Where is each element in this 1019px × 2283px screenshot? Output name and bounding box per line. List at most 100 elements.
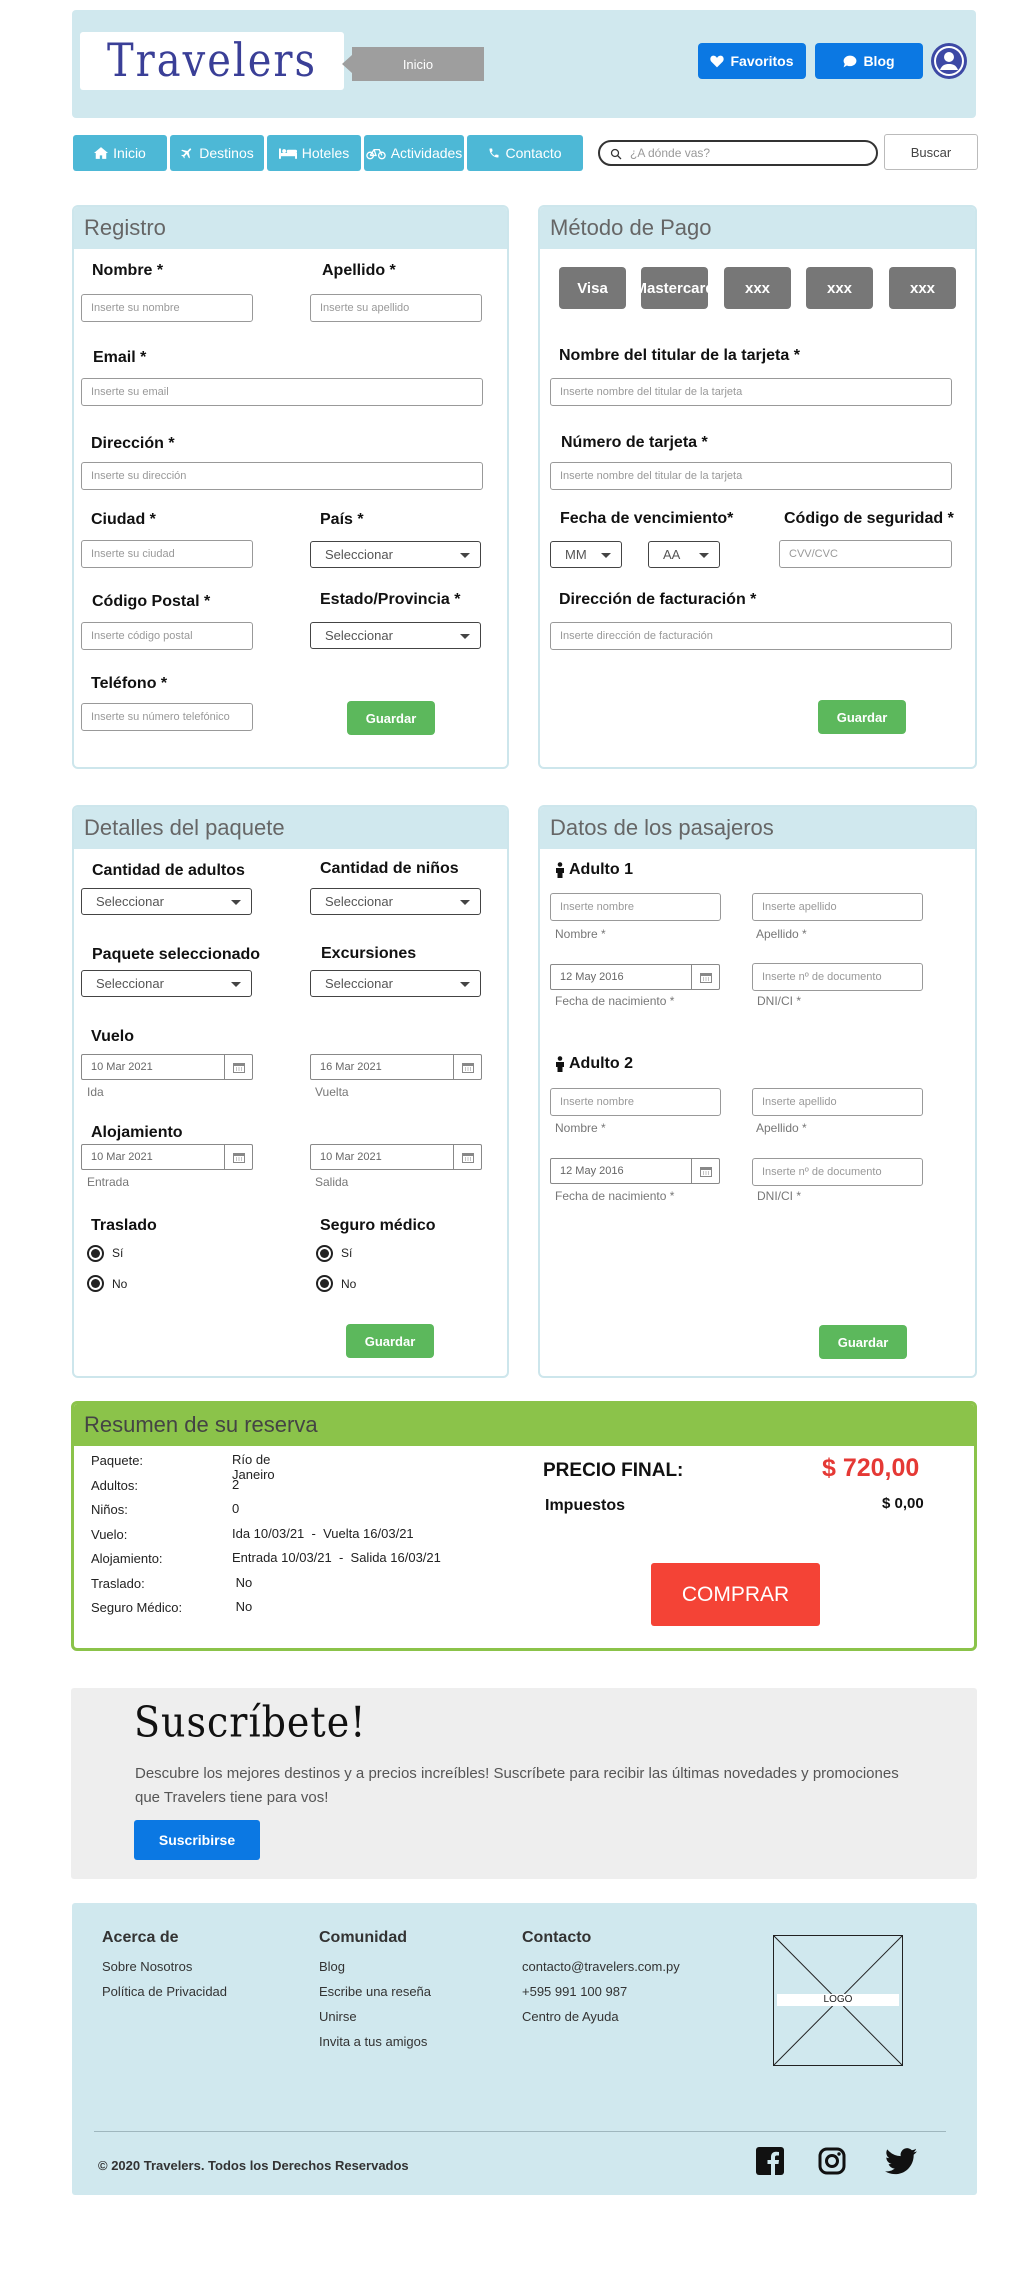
ciudad-field[interactable]: Inserte su ciudad bbox=[81, 540, 253, 568]
footer-link[interactable]: Invita a tus amigos bbox=[319, 2034, 427, 2049]
facebook-icon[interactable] bbox=[756, 2147, 784, 2175]
pasajeros-save-button[interactable]: Guardar bbox=[819, 1325, 907, 1359]
year-select[interactable]: AA bbox=[648, 541, 720, 568]
comprar-button[interactable]: COMPRAR bbox=[651, 1563, 820, 1626]
alojamiento-label: Alojamiento bbox=[91, 1124, 183, 1141]
nav-contacto[interactable]: Contacto bbox=[467, 135, 583, 171]
ida-date-picker[interactable]: 10 Mar 2021 bbox=[81, 1054, 253, 1080]
adulto2-fecha-picker[interactable]: 12 May 2016 bbox=[550, 1158, 720, 1184]
traslado-no-radio[interactable] bbox=[87, 1275, 104, 1292]
card-option-button[interactable]: xxx bbox=[806, 267, 873, 309]
heart-icon bbox=[710, 55, 725, 67]
user-avatar[interactable] bbox=[931, 43, 967, 79]
favorites-button[interactable]: Favoritos bbox=[698, 43, 806, 79]
footer-link[interactable]: Unirse bbox=[319, 2009, 357, 2024]
codigo-postal-field[interactable]: Inserte código postal bbox=[81, 622, 253, 650]
card-option-button[interactable]: xxx bbox=[724, 267, 791, 309]
salida-date-picker[interactable]: 10 Mar 2021 bbox=[310, 1144, 482, 1170]
adultos-select[interactable]: Seleccionar bbox=[81, 888, 252, 915]
paquete-save-button[interactable]: Guardar bbox=[346, 1324, 434, 1358]
entrada-date-picker[interactable]: 10 Mar 2021 bbox=[81, 1144, 253, 1170]
nav-actividades[interactable]: Actividades bbox=[364, 135, 464, 171]
pago-save-button[interactable]: Guardar bbox=[818, 700, 906, 734]
email-field[interactable]: Inserte su email bbox=[81, 378, 483, 406]
paquete-select[interactable]: Seleccionar bbox=[81, 970, 252, 997]
cvv-field[interactable]: CVV/CVC bbox=[779, 540, 952, 568]
apellido-field[interactable]: Inserte su apellido bbox=[310, 294, 482, 322]
nav-inicio[interactable]: Inicio bbox=[73, 135, 167, 171]
instagram-icon[interactable] bbox=[818, 2147, 846, 2175]
numero-tarjeta-label: Número de tarjeta * bbox=[561, 434, 708, 451]
traslado-no-label: No bbox=[112, 1277, 128, 1291]
seguro-no-radio[interactable] bbox=[316, 1275, 333, 1292]
nav-label: Inicio bbox=[113, 145, 146, 161]
adulto1-fecha-picker[interactable]: 12 May 2016 bbox=[550, 964, 720, 990]
footer-link[interactable]: Centro de Ayuda bbox=[522, 2009, 619, 2024]
summary-value: No bbox=[232, 1599, 253, 1614]
excursiones-select[interactable]: Seleccionar bbox=[310, 970, 481, 997]
numero-tarjeta-field[interactable]: Inserte nombre del titular de la tarjeta bbox=[550, 462, 952, 490]
precio-final-value: $ 720,00 bbox=[822, 1454, 920, 1482]
nombre-caption: Nombre * bbox=[555, 1121, 606, 1135]
adulto2-documento-field[interactable]: Inserte nº de documento bbox=[752, 1158, 923, 1186]
phone-icon bbox=[489, 148, 499, 158]
summary-row: Alojamiento: Entrada 10/03/21 - Salida 16… bbox=[91, 1550, 441, 1575]
person-icon bbox=[556, 862, 564, 878]
summary-row: Paquete: Río de Janeiro bbox=[91, 1452, 275, 1482]
plane-icon bbox=[181, 148, 192, 159]
subscribe-button[interactable]: Suscribirse bbox=[134, 1820, 260, 1860]
telefono-field[interactable]: Inserte su número telefónico bbox=[81, 703, 253, 731]
salida-caption: Salida bbox=[315, 1175, 349, 1189]
registro-save-button[interactable]: Guardar bbox=[347, 701, 435, 735]
date-value: 10 Mar 2021 bbox=[91, 1151, 153, 1163]
resumen-list: Paquete: Río de Janeiro Adultos: 2 Niños: 0… bbox=[91, 1452, 441, 1624]
titular-field[interactable]: Inserte nombre del titular de la tarjeta bbox=[550, 378, 952, 406]
nav-destinos[interactable]: Destinos bbox=[170, 135, 264, 171]
pais-select[interactable]: Seleccionar bbox=[310, 541, 481, 568]
seguro-si-radio[interactable] bbox=[316, 1245, 333, 1262]
nombre-field[interactable]: Inserte su nombre bbox=[81, 294, 253, 322]
adulto1-nombre-field[interactable]: Inserte nombre bbox=[550, 893, 721, 921]
adultos-label: Cantidad de adultos bbox=[92, 862, 245, 879]
precio-final-label: PRECIO FINAL: bbox=[543, 1460, 684, 1481]
footer-phone: +595 991 100 987 bbox=[522, 1984, 628, 1999]
vuelta-date-picker[interactable]: 16 Mar 2021 bbox=[310, 1054, 482, 1080]
summary-value: No bbox=[232, 1574, 253, 1590]
site-logo[interactable]: Travelers bbox=[80, 32, 344, 90]
footer-link[interactable]: Sobre Nosotros bbox=[102, 1959, 192, 1974]
calendar-icon bbox=[699, 1166, 712, 1177]
footer-link[interactable]: Política de Privacidad bbox=[102, 1984, 227, 1999]
nav-hoteles[interactable]: Hoteles bbox=[267, 135, 361, 171]
traslado-si-radio[interactable] bbox=[87, 1245, 104, 1262]
summary-key: Vuelo: bbox=[91, 1526, 128, 1542]
adulto1-heading: Adulto 1 bbox=[555, 861, 633, 879]
adulto1-apellido-field[interactable]: Inserte apellido bbox=[752, 893, 923, 921]
footer-link[interactable]: Blog bbox=[319, 1959, 345, 1974]
adulto1-documento-field[interactable]: Inserte nº de documento bbox=[752, 963, 923, 991]
blog-button[interactable]: Blog bbox=[815, 43, 923, 79]
month-select[interactable]: MM bbox=[550, 541, 622, 568]
apellido-caption: Apellido * bbox=[756, 927, 807, 941]
footer-email[interactable]: contacto@travelers.com.py bbox=[522, 1959, 680, 1974]
search-input[interactable]: ¿A dónde vas? bbox=[598, 140, 878, 166]
twitter-icon[interactable] bbox=[885, 2148, 917, 2175]
copyright: © 2020 Travelers. Todos los Derechos Res… bbox=[98, 2158, 409, 2173]
footer-comunidad-title: Comunidad bbox=[319, 1929, 407, 1946]
nombre-caption: Nombre * bbox=[555, 927, 606, 941]
estado-select[interactable]: Seleccionar bbox=[310, 622, 481, 649]
facturacion-field[interactable]: Inserte dirección de facturación bbox=[550, 622, 952, 650]
adulto2-nombre-field[interactable]: Inserte nombre bbox=[550, 1088, 721, 1116]
seguro-no-label: No bbox=[341, 1277, 357, 1291]
footer-link[interactable]: Escribe una reseña bbox=[319, 1984, 431, 1999]
card-option-button[interactable]: xxx bbox=[889, 267, 956, 309]
direccion-field[interactable]: Inserte su dirección bbox=[81, 462, 483, 490]
ida-caption: Ida bbox=[87, 1085, 104, 1099]
favorites-label: Favoritos bbox=[730, 53, 794, 69]
search-button[interactable]: Buscar bbox=[884, 134, 978, 170]
adulto2-apellido-field[interactable]: Inserte apellido bbox=[752, 1088, 923, 1116]
ninos-select[interactable]: Seleccionar bbox=[310, 888, 481, 915]
ninos-label: Cantidad de niños bbox=[320, 860, 459, 877]
mastercard-button[interactable]: Mastercard bbox=[641, 267, 708, 309]
bicycle-icon bbox=[365, 148, 386, 159]
visa-button[interactable]: Visa bbox=[559, 267, 626, 309]
